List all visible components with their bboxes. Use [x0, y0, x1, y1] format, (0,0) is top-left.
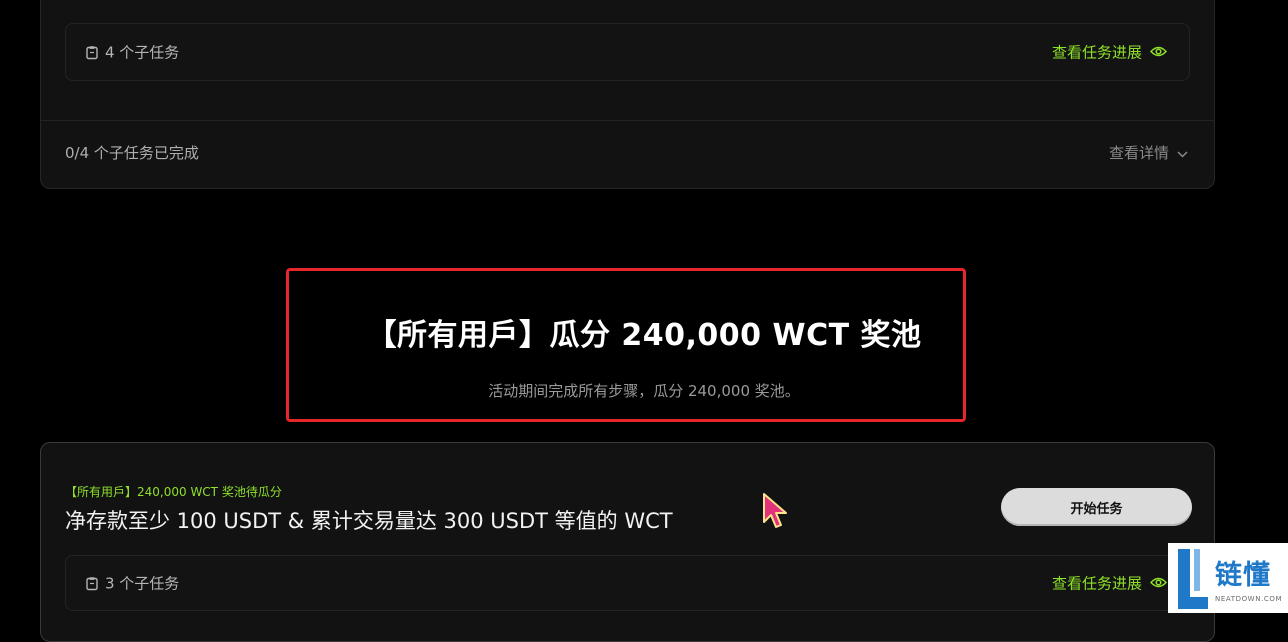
brand-logo-icon [1174, 547, 1212, 615]
chevron-down-icon [1177, 144, 1188, 162]
pool-subtitle: 活动期间完成所有步骤，瓜分 240,000 奖池。 [488, 382, 800, 400]
pool-title: 【所有用戶】瓜分 240,000 WCT 奖池 [366, 318, 922, 353]
view-details-toggle[interactable]: 查看详情 [1109, 142, 1188, 163]
view-progress-label: 查看任务进展 [1051, 574, 1142, 593]
view-details-label: 查看详情 [1108, 144, 1169, 162]
watermark: 链懂 NEATDOWN.COM [1168, 543, 1288, 613]
subtask-count-label: 4 个子任务 [105, 43, 180, 62]
completed-status: 0/4 个子任务已完成 [65, 144, 199, 162]
clipboard-icon [86, 45, 98, 59]
subtask-count: 3 个子任务 [86, 573, 179, 594]
view-progress-link[interactable]: 查看任务进展 [1051, 42, 1168, 63]
task-card-top: 4 个子任务 查看任务进展 0/4 个子任务已完成 查看详情 [40, 0, 1215, 189]
subtask-count: 4 个子任务 [86, 42, 179, 63]
view-progress-link[interactable]: 查看任务进展 [1051, 573, 1168, 594]
task-card-bottom: 【所有用戶】240,000 WCT 奖池待瓜分 净存款至少 100 USDT &… [40, 442, 1215, 642]
watermark-site: NEATDOWN.COM [1215, 595, 1283, 603]
card-divider [41, 120, 1214, 121]
subtask-row: 4 个子任务 查看任务进展 [65, 23, 1190, 81]
task-tag: 【所有用戶】240,000 WCT 奖池待瓜分 [65, 485, 282, 499]
mouse-cursor-icon [762, 492, 788, 534]
start-task-button[interactable]: 开始任务 [1001, 488, 1192, 526]
watermark-brand: 链懂 [1215, 560, 1271, 591]
subtask-row: 3 个子任务 查看任务进展 [65, 555, 1190, 611]
task-title: 净存款至少 100 USDT & 累计交易量达 300 USDT 等值的 WCT [65, 509, 673, 533]
subtask-count-label: 3 个子任务 [105, 574, 180, 593]
eye-icon [1149, 43, 1168, 61]
view-progress-label: 查看任务进展 [1051, 43, 1142, 62]
clipboard-icon [86, 576, 98, 590]
eye-icon [1149, 574, 1168, 592]
